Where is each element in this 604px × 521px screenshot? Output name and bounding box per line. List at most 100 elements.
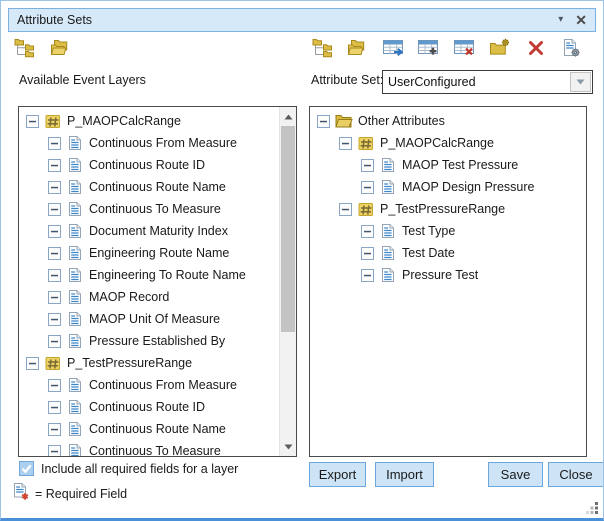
- attribute-set-tree-icon[interactable]: [311, 37, 335, 59]
- tree-item-continuous-route-name[interactable]: Continuous Route Name: [19, 418, 279, 440]
- tree-item-p-testpressurerange[interactable]: P_TestPressureRange: [19, 352, 279, 374]
- collapse-toggle-icon[interactable]: [339, 137, 352, 150]
- document-settings-icon[interactable]: [559, 37, 583, 59]
- tree-item-maop-test-pressure[interactable]: MAOP Test Pressure: [310, 154, 586, 176]
- tree-item-label: Pressure Established By: [89, 334, 225, 348]
- tree-item-label: Continuous To Measure: [89, 444, 221, 457]
- dropdown-arrow-icon[interactable]: [570, 72, 591, 92]
- collapse-toggle-icon[interactable]: [48, 181, 61, 194]
- collapse-toggle-icon[interactable]: [339, 203, 352, 216]
- collapse-toggle-icon[interactable]: [48, 269, 61, 282]
- tree-item-label: Engineering Route Name: [89, 246, 229, 260]
- tree-item-label: Continuous Route ID: [89, 400, 205, 414]
- tree-item-document-maturity-index[interactable]: Document Maturity Index: [19, 220, 279, 242]
- titlebar[interactable]: Attribute Sets ▾ ✕: [8, 8, 596, 32]
- field-icon: [66, 377, 84, 393]
- collapse-toggle-icon[interactable]: [48, 423, 61, 436]
- tree-item-pressure-test[interactable]: Pressure Test: [310, 264, 586, 286]
- tree-item-label: Other Attributes: [358, 114, 445, 128]
- include-required-fields-label: Include all required fields for a layer: [41, 462, 238, 476]
- scroll-up-icon[interactable]: [280, 109, 296, 124]
- import-button[interactable]: Import: [375, 462, 434, 487]
- field-icon: [379, 245, 397, 261]
- new-attribute-set-tree-icon[interactable]: [13, 37, 37, 59]
- field-icon: [66, 135, 84, 151]
- attribute-set-dropdown[interactable]: UserConfigured: [382, 70, 593, 94]
- collapse-toggle-icon[interactable]: [48, 137, 61, 150]
- tree-item-continuous-to-measure[interactable]: Continuous To Measure: [19, 198, 279, 220]
- required-field-label: = Required Field: [35, 487, 127, 501]
- collapse-toggle-icon[interactable]: [48, 291, 61, 304]
- collapse-toggle-icon[interactable]: [361, 269, 374, 282]
- tree-item-continuous-route-id[interactable]: Continuous Route ID: [19, 396, 279, 418]
- collapse-toggle-icon[interactable]: [48, 247, 61, 260]
- tree-item-maop-record[interactable]: MAOP Record: [19, 286, 279, 308]
- export-table-icon[interactable]: [382, 37, 406, 59]
- resize-grip[interactable]: [585, 501, 599, 515]
- tree-item-continuous-route-name[interactable]: Continuous Route Name: [19, 176, 279, 198]
- collapse-toggle-icon[interactable]: [48, 203, 61, 216]
- tree-item-continuous-from-measure[interactable]: Continuous From Measure: [19, 132, 279, 154]
- close-icon[interactable]: ✕: [575, 13, 587, 27]
- tree-item-test-type[interactable]: Test Type: [310, 220, 586, 242]
- tree-item-p-testpressurerange[interactable]: P_TestPressureRange: [310, 198, 586, 220]
- required-field-icon: [13, 482, 30, 506]
- tree-item-maop-design-pressure[interactable]: MAOP Design Pressure: [310, 176, 586, 198]
- delete-icon[interactable]: [524, 37, 548, 59]
- tree-item-test-date[interactable]: Test Date: [310, 242, 586, 264]
- field-icon: [66, 399, 84, 415]
- collapse-toggle-icon[interactable]: [361, 181, 374, 194]
- tree-item-label: P_MAOPCalcRange: [67, 114, 181, 128]
- tree-item-other-attributes[interactable]: Other Attributes: [310, 110, 586, 132]
- collapse-toggle-icon[interactable]: [48, 225, 61, 238]
- field-icon: [379, 223, 397, 239]
- collapse-toggle-icon[interactable]: [48, 379, 61, 392]
- field-icon: [66, 201, 84, 217]
- tree-item-engineering-route-name[interactable]: Engineering Route Name: [19, 242, 279, 264]
- tree-item-continuous-to-measure[interactable]: Continuous To Measure: [19, 440, 279, 457]
- tree-item-label: MAOP Test Pressure: [402, 158, 518, 172]
- dock-menu-icon[interactable]: ▾: [558, 15, 563, 25]
- tree-item-pressure-established-by[interactable]: Pressure Established By: [19, 330, 279, 352]
- tree-item-label: MAOP Unit Of Measure: [89, 312, 220, 326]
- collapse-toggle-icon[interactable]: [26, 357, 39, 370]
- toolbar-left: [13, 37, 73, 59]
- new-folder-icon[interactable]: [488, 37, 512, 59]
- collapse-toggle-icon[interactable]: [48, 445, 61, 458]
- scroll-down-icon[interactable]: [280, 439, 296, 454]
- collapse-toggle-icon[interactable]: [48, 313, 61, 326]
- attribute-set-panel: Other Attributes P_MAOPCalcRange MAOP Test…: [309, 106, 587, 457]
- tree-item-maop-unit-of-measure[interactable]: MAOP Unit Of Measure: [19, 308, 279, 330]
- collapse-toggle-icon[interactable]: [317, 115, 330, 128]
- tree-item-label: P_TestPressureRange: [67, 356, 192, 370]
- collapse-toggle-icon[interactable]: [48, 159, 61, 172]
- vertical-scrollbar[interactable]: [279, 107, 296, 456]
- tree-item-continuous-from-measure[interactable]: Continuous From Measure: [19, 374, 279, 396]
- field-icon: [66, 421, 84, 437]
- close-button[interactable]: Close: [548, 462, 604, 487]
- save-button[interactable]: Save: [488, 462, 543, 487]
- scrollbar-thumb[interactable]: [281, 126, 295, 332]
- open-folder-icon[interactable]: [346, 37, 370, 59]
- required-field-legend: = Required Field: [13, 482, 127, 506]
- remove-table-icon[interactable]: [453, 37, 477, 59]
- collapse-toggle-icon[interactable]: [361, 225, 374, 238]
- tree-item-p-maopcalcrange[interactable]: P_MAOPCalcRange: [310, 132, 586, 154]
- include-required-fields-checkbox[interactable]: [19, 461, 34, 476]
- tree-item-engineering-to-route-name[interactable]: Engineering To Route Name: [19, 264, 279, 286]
- open-attribute-set-folder-icon[interactable]: [49, 37, 73, 59]
- attribute-sets-dialog: Attribute Sets ▾ ✕ Available Event Layer…: [0, 0, 604, 521]
- include-required-fields-row[interactable]: Include all required fields for a layer: [19, 461, 238, 476]
- collapse-toggle-icon[interactable]: [48, 335, 61, 348]
- collapse-toggle-icon[interactable]: [361, 159, 374, 172]
- collapse-toggle-icon[interactable]: [26, 115, 39, 128]
- export-button[interactable]: Export: [309, 462, 366, 487]
- tree-item-continuous-route-id[interactable]: Continuous Route ID: [19, 154, 279, 176]
- collapse-toggle-icon[interactable]: [48, 401, 61, 414]
- add-table-icon[interactable]: [417, 37, 441, 59]
- attribute-set-label: Attribute Set:: [311, 73, 383, 87]
- collapse-toggle-icon[interactable]: [361, 247, 374, 260]
- event-layer-icon: [357, 135, 375, 151]
- folder-open-icon: [335, 113, 353, 129]
- tree-item-p-maopcalcrange[interactable]: P_MAOPCalcRange: [19, 110, 279, 132]
